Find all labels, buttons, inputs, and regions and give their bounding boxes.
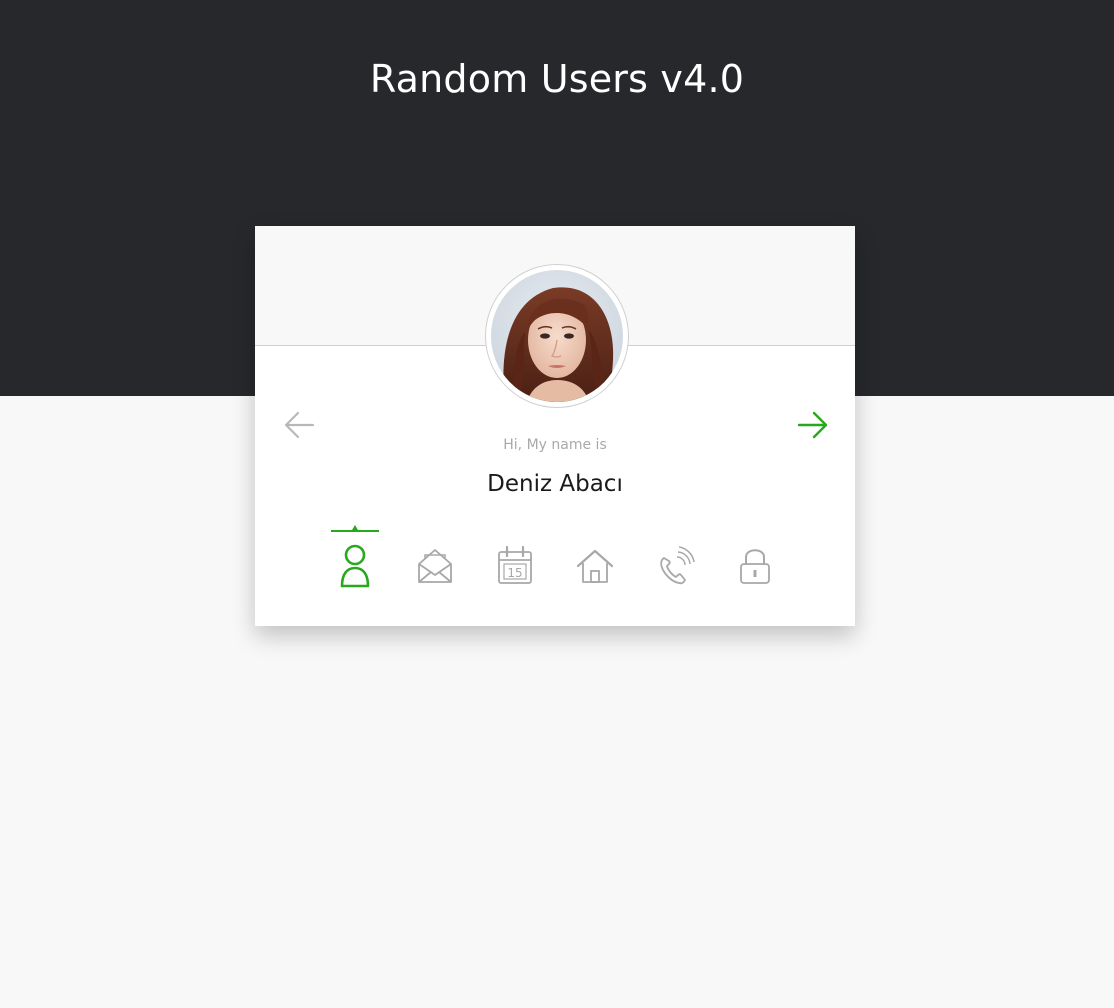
tab-birthday[interactable]: 15 xyxy=(491,526,539,592)
user-icon xyxy=(340,544,370,588)
user-name: Deniz Abacı xyxy=(487,471,623,497)
calendar-icon: 15 xyxy=(498,545,532,584)
home-icon xyxy=(576,549,614,583)
lock-icon xyxy=(740,549,770,584)
tab-phone[interactable] xyxy=(651,526,699,592)
envelope-icon xyxy=(418,549,452,583)
avatar-photo xyxy=(491,270,623,402)
calendar-day-label: 15 xyxy=(507,566,522,580)
tab-email[interactable] xyxy=(411,526,459,592)
greeting-label: Hi, My name is xyxy=(503,437,607,453)
phone-icon xyxy=(660,546,695,585)
avatar xyxy=(485,264,629,408)
tab-address[interactable] xyxy=(571,526,619,592)
tab-password[interactable] xyxy=(731,526,779,592)
app-title: Random Users v4.0 xyxy=(369,57,745,101)
info-tabs: 15 xyxy=(331,525,779,596)
user-card: Hi, My name is Deniz Abacı 15 xyxy=(255,226,855,626)
active-tab-indicator xyxy=(331,525,379,532)
tab-name[interactable] xyxy=(331,525,379,592)
